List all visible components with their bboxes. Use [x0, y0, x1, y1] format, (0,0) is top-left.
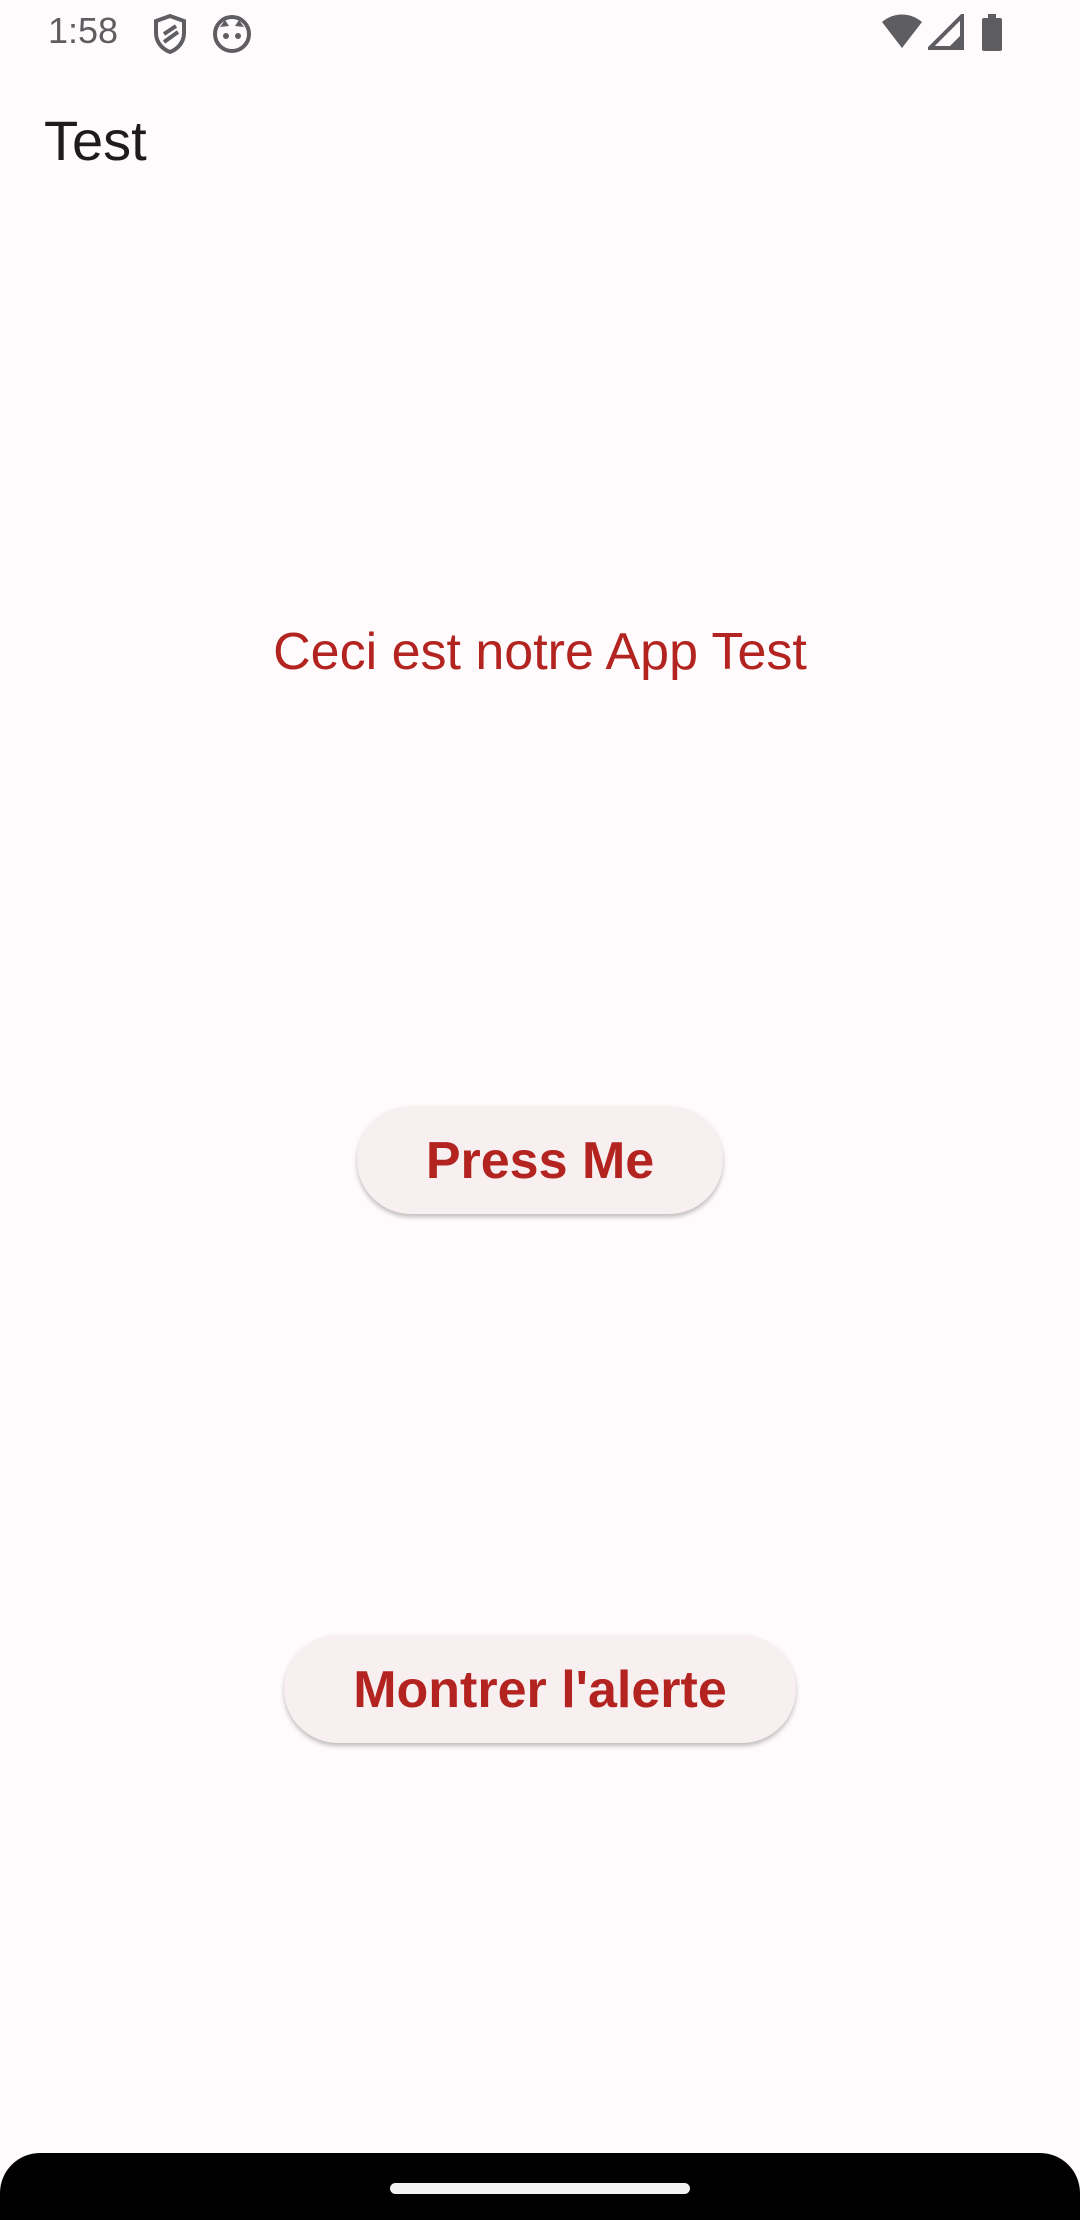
signal-icon	[928, 14, 964, 50]
status-bar: 1:58	[0, 0, 1080, 66]
navigation-bar	[0, 2153, 1080, 2220]
press-me-button[interactable]: Press Me	[357, 1106, 723, 1214]
wifi-icon	[882, 14, 922, 48]
headline-text: Ceci est notre App Test	[273, 623, 807, 681]
shield-icon	[154, 14, 186, 54]
battery-icon	[982, 14, 1002, 51]
home-handle[interactable]	[390, 2183, 690, 2194]
status-time: 1:58	[48, 10, 119, 51]
face-icon	[213, 15, 251, 53]
app-title: Test	[44, 109, 147, 172]
show-alert-button[interactable]: Montrer l'alerte	[284, 1635, 796, 1743]
